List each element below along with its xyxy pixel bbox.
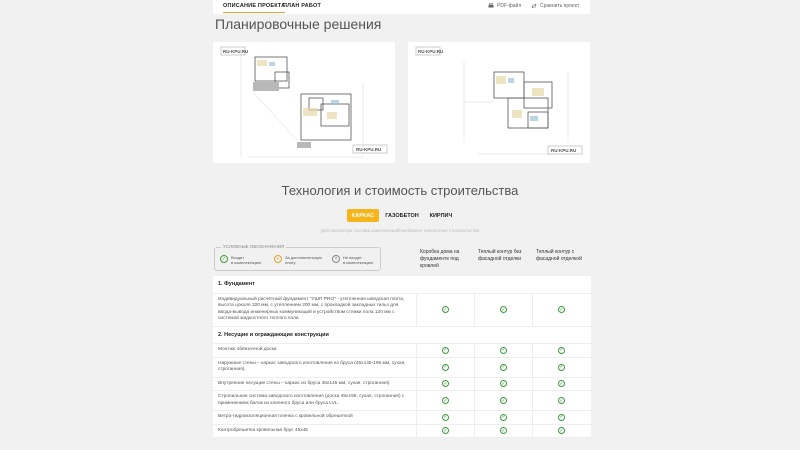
package-cell: ✓ (474, 293, 532, 326)
hint-text: Для просмотра состава комплектаций выбер… (320, 228, 480, 233)
package-cell: ✓ (532, 411, 590, 424)
legend-included: ✓ Входит в комплектацию (220, 255, 261, 265)
legend-extra-cost: + За дополнительную плату (274, 255, 322, 265)
top-nav: ОПИСАНИЕ ПРОЕКТА ПЛАН РАБОТ PDF-файл Сра… (213, 0, 590, 14)
tab-project-description[interactable]: ОПИСАНИЕ ПРОЕКТА (223, 3, 286, 13)
column-header-shell: Коробка дома на фундаменте под кровлей (420, 249, 460, 269)
package-cell: ✓ (532, 424, 590, 437)
row-description: Индивидуальный расчётный фундамент "УШП … (218, 296, 405, 322)
floor-plan-1-drawing: RU-KPU.RU RU-KPU.RU (220, 46, 388, 158)
check-icon: ✓ (500, 397, 507, 404)
compare-link-label: Сравнить проект (540, 3, 580, 9)
section-title: 2. Несущие и ограждающие конструкции (218, 331, 329, 338)
material-brick-button[interactable]: КИРПИЧ (424, 209, 458, 222)
check-icon: ✓ (442, 413, 449, 421)
package-cell: ✓ (416, 391, 474, 410)
package-cell: ✓ (416, 377, 474, 390)
section-title: 1. Фундамент (218, 281, 255, 287)
floor-plan-2[interactable]: RU-KPU.RU RU-KPU.RU (408, 42, 590, 163)
package-cell: ✓ (474, 357, 532, 377)
legend-excluded-text2: в комплектацию (343, 260, 374, 265)
check-icon: ✓ (442, 346, 449, 354)
check-icon: ✓ (442, 380, 449, 388)
tab-work-plan[interactable]: ПЛАН РАБОТ (283, 3, 321, 9)
check-icon: ✓ (500, 363, 507, 371)
tech-title: Технология и стоимость строительства (281, 183, 519, 198)
table-row: Ветро-гидроизоляционная пленка с кровель… (213, 411, 591, 425)
table-row: Внутренние несущие стены – каркас из бру… (213, 377, 591, 391)
row-description: Внутренние несущие стены – каркас из бру… (218, 380, 391, 386)
cross-icon: × (332, 255, 340, 263)
package-cell: ✓ (474, 377, 532, 390)
plan-watermark: RU-KPU.RU (223, 49, 248, 54)
table-row: Наружные стены – каркас заводского изгот… (213, 357, 591, 378)
material-frame-button[interactable]: КАРКАС (347, 209, 379, 222)
check-icon: ✓ (500, 413, 507, 421)
plan-watermark: RU-KPU.RU (418, 49, 443, 54)
table-row: Монтаж обвязочной доски ✓ ✓ ✓ (213, 344, 591, 358)
table-section-row: 1. Фундамент (213, 276, 591, 294)
package-cell: ✓ (416, 411, 474, 424)
package-cell: ✓ (416, 344, 474, 357)
check-icon: ✓ (558, 346, 565, 354)
compare-icon (531, 3, 537, 9)
table-row: Индивидуальный расчётный фундамент "УШП … (213, 293, 591, 327)
check-icon: ✓ (558, 380, 565, 388)
table-row: Контробрешетка кровельная брус 45х45 ✓ ✓ ✓ (213, 424, 591, 438)
column-header-warm-contour-facade: Теплый контур с фасадной отделкой (536, 249, 582, 262)
legend-title: УСЛОВНЫЕ ОБОЗНАЧЕНИЯ (221, 244, 287, 249)
plan-watermark-bottom: RU-KPU.RU (356, 147, 381, 152)
plans-title: Планировочные решения (215, 16, 382, 32)
legend: УСЛОВНЫЕ ОБОЗНАЧЕНИЯ ✓ Входит в комплекта… (214, 244, 381, 271)
table-section-row: 2. Несущие и ограждающие конструкции (213, 327, 591, 344)
package-cell: ✓ (532, 344, 590, 357)
check-icon: ✓ (500, 306, 507, 313)
package-cell: ✓ (474, 344, 532, 357)
check-icon: ✓ (558, 306, 565, 313)
plan-watermark-bottom: RU-KPU.RU (551, 148, 576, 153)
table-row: Стропильная система заводского изготовле… (213, 391, 591, 411)
package-cell: ✓ (532, 293, 590, 326)
package-cell: ✓ (416, 357, 474, 377)
check-icon: ✓ (558, 363, 565, 371)
plus-icon: + (274, 255, 282, 263)
check-icon: ✓ (442, 306, 449, 313)
check-icon: ✓ (500, 427, 507, 435)
package-cell: ✓ (474, 411, 532, 424)
package-cell: ✓ (416, 293, 474, 326)
package-cell: ✓ (532, 357, 590, 377)
legend-not-included: × Не входит в комплектацию (332, 255, 373, 265)
check-icon: ✓ (558, 413, 565, 421)
row-description: Стропильная система заводского изготовле… (218, 394, 405, 406)
check-icon: ✓ (558, 427, 565, 435)
check-icon: ✓ (500, 380, 507, 388)
floor-plan-2-drawing: RU-KPU.RU RU-KPU.RU (415, 46, 583, 155)
pdf-link-label: PDF-файл (497, 3, 522, 9)
package-table: 1. Фундамент Индивидуальный расчётный фун… (213, 276, 591, 438)
package-cell: ✓ (474, 424, 532, 437)
pdf-link[interactable]: PDF-файл (488, 3, 521, 9)
column-header-warm-contour: Теплый контур без фасадной отделки (478, 249, 522, 262)
package-cell: ✓ (416, 424, 474, 437)
floor-plan-1[interactable]: RU-KPU.RU RU-KPU.RU (213, 42, 395, 163)
check-icon: ✓ (442, 397, 449, 404)
material-aerated-concrete-button[interactable]: ГАЗОБЕТОН (383, 209, 421, 222)
check-icon: ✓ (442, 363, 449, 371)
check-icon: ✓ (558, 397, 565, 404)
compare-link[interactable]: Сравнить проект (531, 3, 579, 9)
row-description: Наружные стены – каркас заводского изгот… (218, 360, 406, 373)
legend-extra-text2: плату (285, 260, 296, 265)
check-icon: ✓ (220, 255, 228, 263)
row-description: Монтаж обвязочной доски (218, 347, 277, 352)
check-icon: ✓ (500, 346, 507, 354)
package-cell: ✓ (532, 391, 590, 410)
package-cell: ✓ (532, 377, 590, 390)
package-cell: ✓ (474, 391, 532, 410)
printer-icon (488, 3, 494, 8)
row-description: Ветро-гидроизоляционная пленка с кровель… (218, 414, 353, 419)
legend-included-text2: в комплектацию (231, 260, 262, 265)
row-description: Контробрешетка кровельная брус 45х45 (218, 427, 308, 433)
check-icon: ✓ (442, 427, 449, 435)
